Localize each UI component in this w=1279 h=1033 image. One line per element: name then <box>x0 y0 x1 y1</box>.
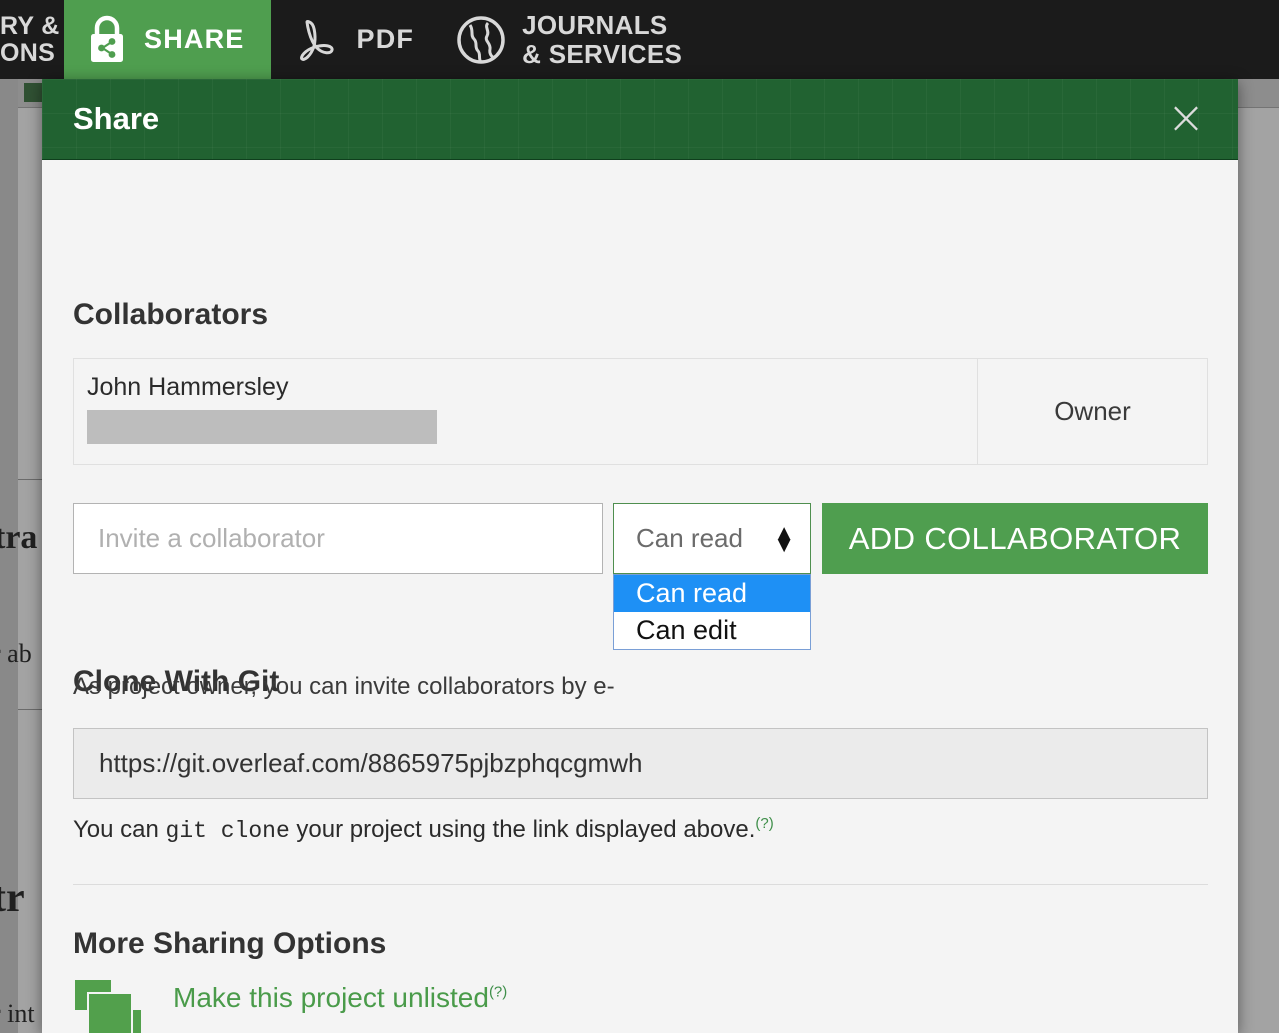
modal-header: Share × <box>42 79 1238 160</box>
git-help-icon[interactable]: (?) <box>755 815 773 832</box>
collaborator-name: John Hammersley <box>87 373 289 401</box>
nav-item-history-revisions[interactable]: RY & ONS <box>0 0 64 79</box>
collaborator-role: Owner <box>1054 396 1131 426</box>
nav-item-journals-services[interactable]: JOURNALS & SERVICES <box>434 0 702 79</box>
git-clone-command: git clone <box>165 818 290 844</box>
nav-item-label-line1: RY & <box>0 11 60 40</box>
nav-item-share[interactable]: SHARE <box>64 0 271 79</box>
nav-item-share-label: SHARE <box>144 24 245 54</box>
share-modal: Share × Collaborators John Hammersley Ow… <box>42 79 1238 1033</box>
permission-select-value: Can read <box>636 523 743 553</box>
make-project-unlisted-link[interactable]: Make this project unlisted(?) <box>173 982 507 1014</box>
table-row: John Hammersley <box>74 359 978 464</box>
permission-select[interactable]: Can read ▲ ▼ <box>613 503 811 574</box>
modal-body: Collaborators John Hammersley Owner Can … <box>42 160 1238 1033</box>
permission-option-can-read[interactable]: Can read <box>614 575 810 612</box>
unlisted-help-icon[interactable]: (?) <box>489 984 507 1001</box>
git-clone-url[interactable]: https://git.overleaf.com/8865975pjbzphqc… <box>73 728 1208 799</box>
make-project-unlisted-label: Make this project unlisted <box>173 982 489 1013</box>
lock-share-icon <box>84 15 130 65</box>
nav-item-pdf-label: PDF <box>356 24 415 54</box>
nav-item-label-line2: ONS <box>0 38 56 67</box>
section-divider <box>73 884 1208 885</box>
git-note-prefix: You can <box>73 816 166 843</box>
clone-square-main <box>87 992 133 1033</box>
invite-collaborator-input[interactable] <box>73 503 603 574</box>
modal-title: Share <box>73 101 160 136</box>
clone-squares-icon <box>73 978 143 1033</box>
git-note-suffix: your project using the link displayed ab… <box>289 816 756 843</box>
git-clone-note: You can git clone your project using the… <box>73 815 774 844</box>
collaborators-heading: Collaborators <box>73 298 269 331</box>
chevron-updown-icon: ▲ ▼ <box>773 520 795 557</box>
invite-collaborator-row: Can read ▲▼ Can read Can edit ADD COLLAB… <box>73 503 1208 650</box>
permission-select-wrapper: Can read ▲ ▼ Can read Can edit <box>613 503 811 650</box>
add-collaborator-button[interactable]: ADD COLLABORATOR <box>822 503 1208 574</box>
collaborators-table: John Hammersley Owner <box>73 358 1208 465</box>
nav-item-journals-label-line1: JOURNALS <box>522 10 668 41</box>
top-navigation-bar: RY & ONS SHARE PDF JOURNALS & SERVICES <box>0 0 1279 79</box>
permission-option-can-edit[interactable]: Can edit <box>614 612 810 649</box>
globe-icon <box>454 13 508 67</box>
nav-item-journals-label-line2: & SERVICES <box>522 38 683 69</box>
permission-options-list[interactable]: Can read Can edit <box>613 574 811 650</box>
invite-note-text: As project owner, you can invite collabo… <box>73 673 615 700</box>
pdf-icon <box>291 14 343 66</box>
collaborator-email-redacted <box>87 410 437 444</box>
nav-item-pdf[interactable]: PDF <box>271 0 435 79</box>
close-icon[interactable]: × <box>1162 94 1210 143</box>
more-sharing-options-heading: More Sharing Options <box>73 927 387 960</box>
